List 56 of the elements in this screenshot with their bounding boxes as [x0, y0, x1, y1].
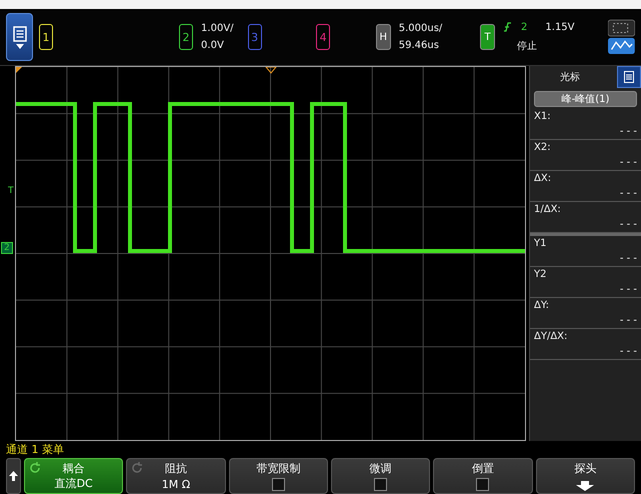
- trigger-level: 1.15V: [545, 22, 575, 32]
- softkey[interactable]: 探头: [536, 458, 635, 494]
- refresh-icon: [29, 462, 41, 474]
- menu-icon: [12, 26, 26, 42]
- rising-edge-icon: [503, 22, 512, 32]
- horizontal-button[interactable]: H: [376, 24, 391, 50]
- menu-icon: [624, 71, 634, 83]
- softkey[interactable]: 耦合 直流DC: [24, 458, 124, 494]
- softkey[interactable]: 微调: [330, 458, 430, 494]
- channel-button[interactable]: 2: [179, 24, 194, 50]
- readout-value: - - -: [620, 284, 637, 295]
- caret-icon: [16, 44, 24, 48]
- checkbox[interactable]: [272, 478, 285, 491]
- readout-label: Y2: [534, 269, 548, 280]
- channel-button[interactable]: 4: [316, 24, 330, 50]
- readout-value: - - -: [620, 346, 637, 357]
- time-scale: 5.000us/: [398, 23, 442, 34]
- readout-label: Y1: [534, 238, 548, 249]
- cursor-mode-button[interactable]: 峰-峰值(1): [534, 91, 637, 107]
- readout-value: - - -: [620, 253, 637, 264]
- panel-title: 光标: [560, 70, 580, 84]
- panel-menu-button[interactable]: [617, 66, 641, 88]
- channel-scale: 1.00V/: [201, 23, 234, 34]
- channel-button[interactable]: 1: [39, 24, 54, 50]
- menu-title: 通道 1 菜单: [6, 442, 64, 457]
- up-button[interactable]: [6, 458, 21, 494]
- down-arrow-icon: [576, 481, 594, 491]
- softkey[interactable]: 带宽限制: [228, 458, 328, 494]
- run-status: 停止: [517, 40, 538, 52]
- readout-label: ΔX:: [534, 173, 552, 184]
- readout-value: - - -: [620, 126, 637, 137]
- trigger-button[interactable]: T: [480, 24, 496, 50]
- readout-label: ΔY:: [534, 300, 550, 311]
- readout-label: ΔY/ΔX:: [534, 331, 568, 342]
- trigger-position-marker: [264, 67, 278, 74]
- zoom-waveform-icon[interactable]: [608, 18, 635, 56]
- refresh-icon: [131, 462, 144, 474]
- readout-value: - - -: [620, 219, 637, 230]
- trigger-source: 2: [521, 22, 528, 32]
- softkey[interactable]: 阻抗 1M Ω: [126, 458, 226, 494]
- readout-label: X2:: [534, 142, 552, 153]
- menu-button[interactable]: [6, 13, 34, 61]
- checkbox[interactable]: [476, 478, 490, 491]
- channel-button[interactable]: 3: [248, 24, 262, 50]
- up-arrow-icon: [9, 471, 18, 481]
- time-delay: 59.46us: [398, 40, 440, 51]
- readout-label: X1:: [534, 111, 552, 122]
- checkbox[interactable]: [374, 478, 388, 491]
- readout-value: - - -: [620, 157, 637, 168]
- trigger-level-marker: T: [8, 186, 14, 196]
- readout-label: 1/ΔX:: [534, 204, 562, 215]
- ground-marker: 2: [1, 242, 13, 254]
- softkey[interactable]: 倒置: [433, 458, 533, 494]
- readout-value: - - -: [620, 315, 637, 326]
- readout-value: - - -: [620, 188, 637, 199]
- channel-offset: 0.0V: [201, 40, 225, 51]
